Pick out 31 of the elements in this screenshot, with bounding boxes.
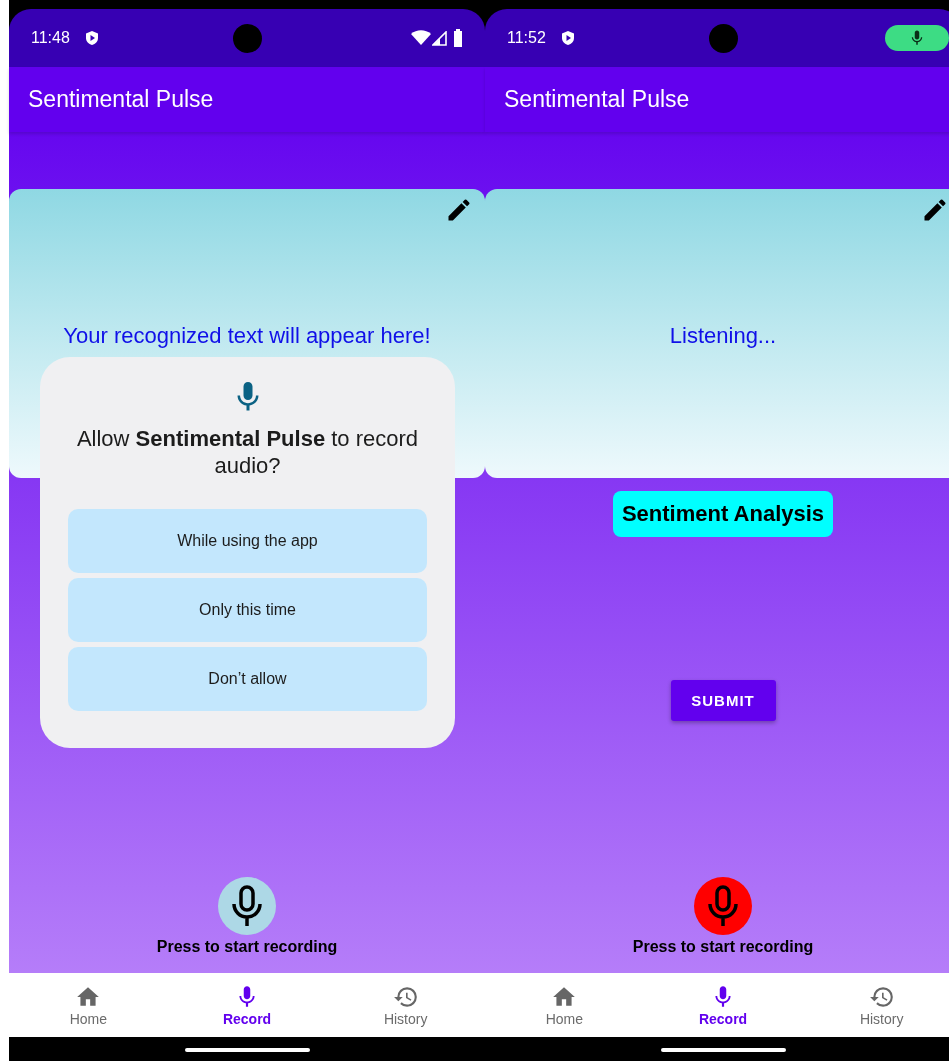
nav-tab[interactable]: Home xyxy=(9,973,168,1037)
battery-icon xyxy=(453,29,463,47)
permission-option[interactable]: Only this time xyxy=(68,578,427,642)
shield-icon xyxy=(559,30,576,46)
status-time: 11:52 xyxy=(507,29,546,47)
nav-tab[interactable]: History xyxy=(326,973,485,1037)
permission-option[interactable]: Don’t allow xyxy=(68,647,427,711)
sentiment-analysis-button[interactable]: Sentiment Analysis xyxy=(612,491,834,537)
nav-tab[interactable]: Home xyxy=(485,973,644,1037)
record-button[interactable] xyxy=(218,877,276,935)
status-time: 11:48 xyxy=(31,29,70,47)
permission-option[interactable]: While using the app xyxy=(68,509,427,573)
camera-cutout xyxy=(233,24,262,53)
recognized-text: Your recognized text will appear here! xyxy=(63,322,431,349)
nav-tab[interactable]: History xyxy=(802,973,949,1037)
signal-icon xyxy=(432,30,447,46)
submit-button[interactable]: SUBMIT xyxy=(670,680,776,721)
app-title: Sentimental Pulse xyxy=(28,86,214,113)
recognized-text: Listening... xyxy=(669,322,777,349)
record-hint: Press to start recording xyxy=(156,938,338,956)
app-title: Sentimental Pulse xyxy=(504,86,690,113)
history-icon xyxy=(392,984,419,1010)
permission-message: Allow Sentimental Pulse to record audio? xyxy=(75,425,420,479)
wifi-icon xyxy=(411,30,431,46)
history-icon xyxy=(868,984,895,1010)
nav-tab[interactable]: Record xyxy=(643,973,803,1037)
nav-tab[interactable]: Record xyxy=(167,973,327,1037)
camera-cutout xyxy=(709,24,738,53)
record-button[interactable] xyxy=(694,877,752,935)
shield-icon xyxy=(83,30,100,46)
record-hint: Press to start recording xyxy=(632,938,814,956)
